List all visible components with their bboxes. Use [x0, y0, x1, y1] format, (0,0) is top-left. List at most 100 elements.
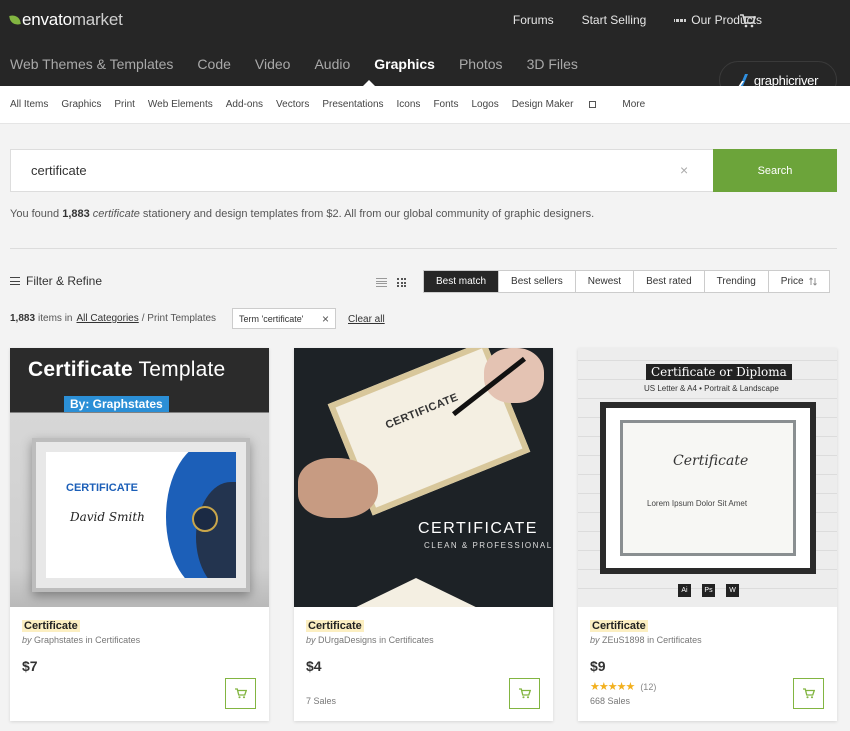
- category-audio[interactable]: Audio: [314, 56, 350, 72]
- category-graphics[interactable]: Graphics: [374, 56, 435, 72]
- sort-trending[interactable]: Trending: [705, 271, 769, 292]
- product-thumbnail[interactable]: Certificate Template By: Graphstates CER…: [10, 348, 269, 607]
- cart-icon: [802, 688, 815, 699]
- thumb-decoration: [346, 578, 486, 607]
- product-thumbnail[interactable]: Certificate or Diploma US Letter & A4 • …: [578, 348, 837, 607]
- product-thumbnail[interactable]: CERTIFICATE CERTIFICATE CLEAN & PROFESSI…: [294, 348, 553, 607]
- logo-brand: envato: [22, 10, 72, 29]
- results-term: certificate: [92, 208, 140, 220]
- word-format-icon: W: [726, 584, 739, 597]
- thumb-paper-title: CERTIFICATE: [383, 391, 461, 432]
- search-button[interactable]: Search: [713, 149, 837, 192]
- subnav-graphics[interactable]: Graphics: [61, 99, 101, 110]
- add-to-cart-button[interactable]: [793, 678, 824, 709]
- all-categories-link[interactable]: All Categories: [76, 313, 138, 324]
- sort-arrows-icon: [808, 277, 817, 286]
- list-view-icon[interactable]: [376, 278, 387, 287]
- sub-nav: All Items Graphics Print Web Elements Ad…: [0, 86, 850, 124]
- product-author[interactable]: ZEuS1898: [602, 635, 645, 645]
- add-to-cart-button[interactable]: [225, 678, 256, 709]
- subnav-logos[interactable]: Logos: [471, 99, 498, 110]
- category-photos[interactable]: Photos: [459, 56, 503, 72]
- items-count-row: 1,883 items in All Categories / Print Te…: [10, 313, 216, 324]
- thumb-paper: CERTIFICATE David Smith: [46, 452, 236, 578]
- subnav-fonts[interactable]: Fonts: [433, 99, 458, 110]
- filter-refine-toggle[interactable]: Filter & Refine: [10, 274, 102, 288]
- sort-best-sellers[interactable]: Best sellers: [499, 271, 576, 292]
- thumb-heading: CERTIFICATE: [418, 520, 538, 537]
- subnav-design-maker[interactable]: Design Maker: [512, 99, 610, 110]
- term-filter-chip: Term 'certificate' ×: [232, 308, 336, 329]
- subnav-presentations[interactable]: Presentations: [322, 99, 383, 110]
- thumb-subheading: By: Graphstates: [64, 396, 169, 412]
- byline-by: by: [306, 635, 316, 645]
- thumb-cert-title: CERTIFICATE: [66, 482, 138, 494]
- sort-best-rated[interactable]: Best rated: [634, 271, 705, 292]
- term-chip-label: Term 'certificate': [239, 313, 304, 324]
- product-author[interactable]: DUrgaDesigns: [318, 635, 377, 645]
- add-to-cart-button[interactable]: [509, 678, 540, 709]
- subnav-vectors[interactable]: Vectors: [276, 99, 309, 110]
- cart-icon[interactable]: [740, 14, 756, 28]
- product-price: $7: [22, 658, 38, 674]
- start-selling-link[interactable]: Start Selling: [582, 13, 647, 27]
- remove-term-icon[interactable]: ×: [322, 312, 329, 326]
- filter-label: Filter & Refine: [26, 274, 103, 288]
- product-category[interactable]: Certificates: [657, 635, 702, 645]
- external-link-icon: [589, 101, 597, 108]
- product-title[interactable]: Certificate: [22, 620, 80, 632]
- sort-price[interactable]: Price: [769, 271, 829, 292]
- search-clear-icon[interactable]: ×: [680, 163, 688, 177]
- grid-view-icon[interactable]: [397, 278, 406, 287]
- product-author[interactable]: Graphstates: [34, 635, 83, 645]
- results-count: 1,883: [62, 208, 90, 220]
- search-input[interactable]: certificate: [10, 149, 713, 192]
- sort-newest[interactable]: Newest: [576, 271, 635, 292]
- illustrator-format-icon: Ai: [678, 584, 691, 597]
- results-summary: You found 1,883 certificate stationery a…: [10, 208, 594, 220]
- product-category[interactable]: Certificates: [389, 635, 434, 645]
- subnav-web-elements[interactable]: Web Elements: [148, 99, 213, 110]
- category-3d-files[interactable]: 3D Files: [527, 56, 578, 72]
- apps-grid-icon: [674, 15, 686, 26]
- thumb-hand: [298, 458, 378, 518]
- subnav-add-ons[interactable]: Add-ons: [226, 99, 263, 110]
- cart-icon: [234, 688, 247, 699]
- category-video[interactable]: Video: [255, 56, 291, 72]
- product-category[interactable]: Certificates: [95, 635, 140, 645]
- thumb-heading: Certificate Template: [28, 358, 225, 382]
- subnav-icons[interactable]: Icons: [397, 99, 421, 110]
- category-nav: Web Themes & Templates Code Video Audio …: [10, 56, 602, 72]
- items-in-label: items in: [38, 313, 73, 324]
- thumb-subheading: US Letter & A4 • Portrait & Landscape: [644, 384, 779, 393]
- sort-options: Best match Best sellers Newest Best rate…: [423, 270, 830, 293]
- product-card: Certificate Template By: Graphstates CER…: [10, 348, 269, 721]
- product-title[interactable]: Certificate: [306, 620, 364, 632]
- logo-suffix: market: [71, 10, 123, 29]
- filter-icon: [10, 277, 20, 285]
- sort-price-label: Price: [780, 276, 804, 287]
- product-byline: by Graphstates in Certificates: [22, 635, 140, 645]
- category-code[interactable]: Code: [197, 56, 230, 72]
- product-byline: by DUrgaDesigns in Certificates: [306, 635, 434, 645]
- subnav-all-items[interactable]: All Items: [10, 99, 48, 110]
- product-card: Certificate or Diploma US Letter & A4 • …: [578, 348, 837, 721]
- byline-in: in: [379, 635, 387, 645]
- clear-all-link[interactable]: Clear all: [348, 314, 385, 325]
- thumb-frame: Certificate Lorem Ipsum Dolor Sit Amet: [600, 402, 816, 574]
- byline-by: by: [590, 635, 600, 645]
- envato-market-logo[interactable]: envato market: [9, 10, 123, 30]
- product-card: CERTIFICATE CERTIFICATE CLEAN & PROFESSI…: [294, 348, 553, 721]
- product-price: $4: [306, 658, 322, 674]
- category-path: / Print Templates: [141, 313, 217, 324]
- product-price: $9: [590, 658, 606, 674]
- product-sales: 7 Sales: [306, 696, 337, 706]
- forums-link[interactable]: Forums: [513, 13, 554, 27]
- subnav-more[interactable]: More: [622, 99, 645, 110]
- subnav-design-maker-label: Design Maker: [511, 99, 574, 110]
- rating-count: (12): [640, 681, 657, 692]
- sort-best-match[interactable]: Best match: [424, 271, 500, 292]
- product-title[interactable]: Certificate: [590, 620, 648, 632]
- category-web-themes[interactable]: Web Themes & Templates: [10, 56, 173, 72]
- subnav-print[interactable]: Print: [114, 99, 135, 110]
